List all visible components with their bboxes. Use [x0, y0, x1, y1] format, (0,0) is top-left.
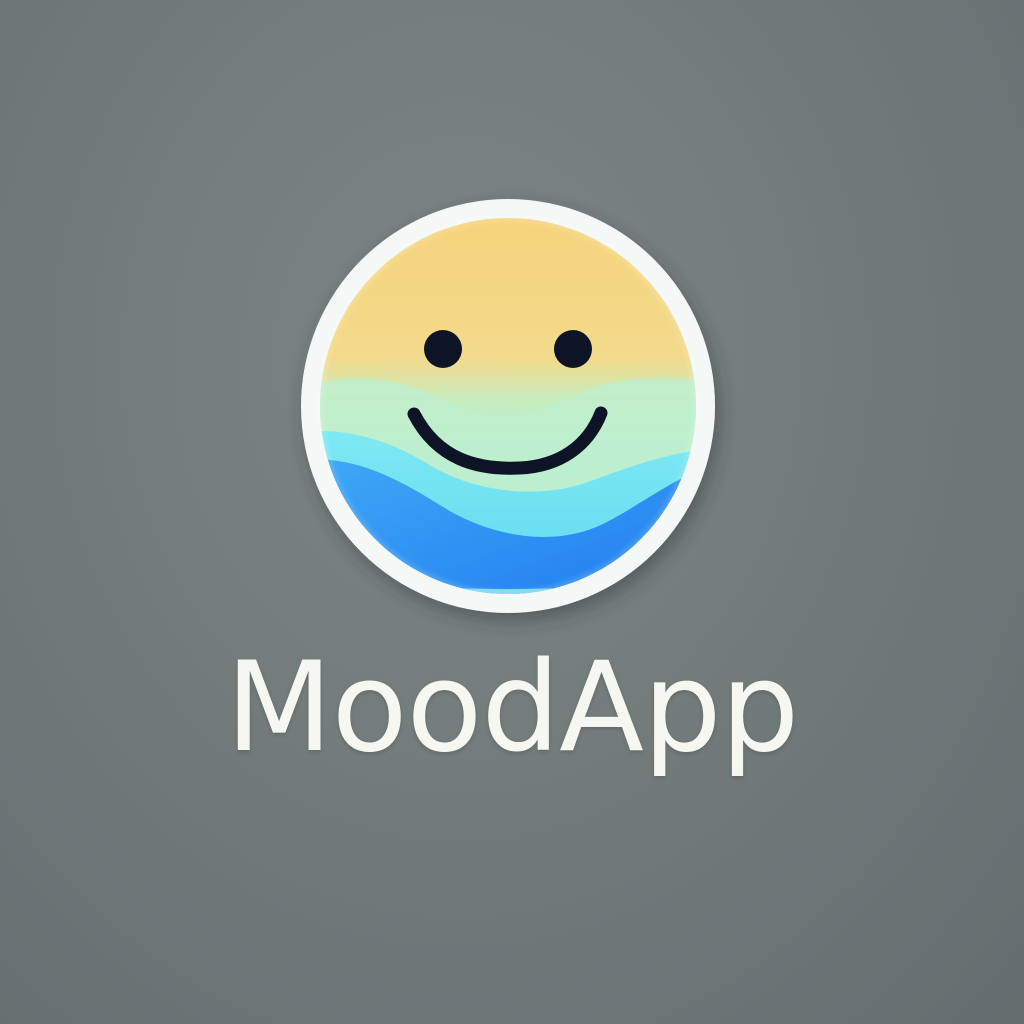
left-eye: [424, 330, 462, 368]
right-eye: [554, 330, 592, 368]
app-name-wordmark: MoodApp: [225, 636, 800, 780]
smiley-face-icon: [298, 199, 718, 613]
logo-canvas: MoodApp: [0, 0, 1024, 1024]
